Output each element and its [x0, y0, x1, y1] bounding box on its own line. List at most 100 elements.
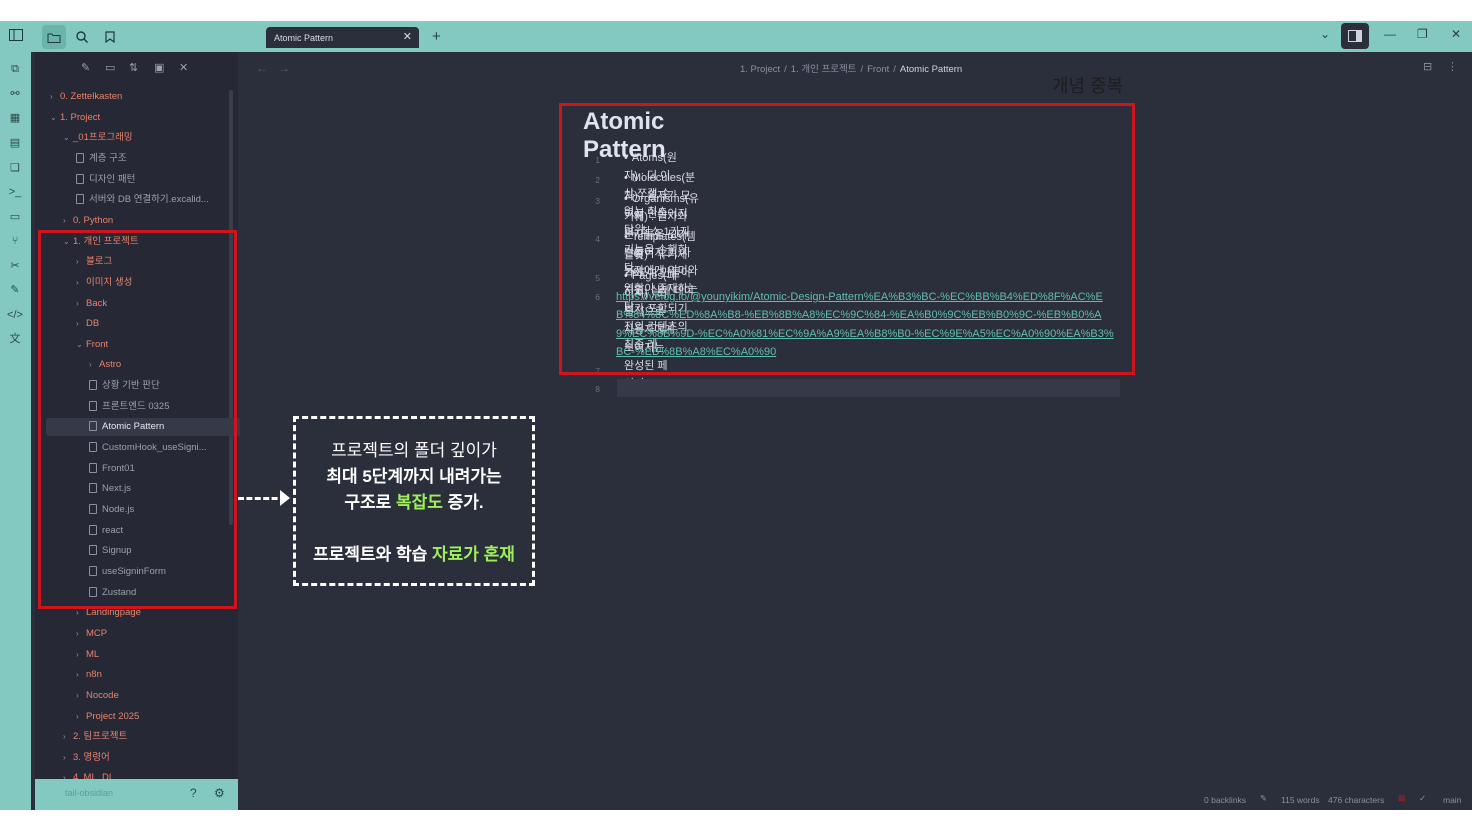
restore-icon[interactable]: ❐: [1417, 27, 1428, 41]
callout-text: 프로젝트와 학습: [313, 545, 432, 564]
back-icon[interactable]: ←: [256, 61, 268, 75]
chevron-right-icon[interactable]: ›: [50, 88, 60, 106]
tab-atomic-pattern[interactable]: Atomic Pattern ✕: [266, 27, 419, 48]
new-tab-button[interactable]: +: [432, 28, 441, 45]
chevron-right-icon[interactable]: ›: [76, 646, 86, 664]
breadcrumb-current[interactable]: Atomic Pattern: [900, 64, 962, 75]
chevron-right-icon[interactable]: ›: [76, 625, 86, 643]
tree-item-label: 계층 구조: [89, 152, 127, 164]
slides-icon[interactable]: ▭: [7, 209, 23, 225]
chevron-right-icon[interactable]: ›: [76, 666, 86, 684]
chevron-right-icon[interactable]: ›: [63, 728, 73, 746]
tab-list-chevron-icon[interactable]: ⌄: [1320, 27, 1330, 41]
magic-wand-icon[interactable]: ✎: [7, 282, 23, 298]
new-folder-icon[interactable]: ▭: [105, 61, 115, 74]
word-count: 115 words: [1281, 795, 1320, 805]
vault-name[interactable]: tail-obsidian: [65, 788, 113, 798]
folder-item[interactable]: ⌄ 1. Project: [35, 109, 100, 127]
callout-highlight: 복잡도: [396, 493, 443, 512]
chevron-down-icon[interactable]: ⌄: [63, 129, 73, 147]
git-icon[interactable]: ⑂: [7, 233, 23, 249]
right-sidebar-toggle-icon[interactable]: [1341, 23, 1369, 49]
sort-icon[interactable]: ⇅: [129, 61, 138, 74]
backlinks-count[interactable]: 0 backlinks: [1204, 795, 1246, 805]
minimize-icon[interactable]: —: [1384, 27, 1396, 41]
folder-item[interactable]: › ML: [35, 646, 99, 664]
folder-item[interactable]: › 0. Zettelkasten: [35, 88, 122, 106]
tab-close-icon[interactable]: ✕: [403, 30, 412, 43]
breadcrumb-item[interactable]: Front: [867, 64, 889, 75]
title-bar: Atomic Pattern ✕ + ⌄ — ❐ ✕: [0, 21, 1472, 52]
file-item[interactable]: 계층 구조: [35, 150, 127, 168]
folder-item[interactable]: › n8n: [35, 666, 102, 684]
code-icon[interactable]: </>: [7, 307, 23, 323]
active-line[interactable]: [617, 379, 1120, 397]
folder-depth-highlight-box: [38, 230, 237, 609]
terminal-icon[interactable]: >_: [7, 184, 23, 200]
breadcrumb: 1. Project/1. 개인 프로젝트 / Front / Atomic Patte…: [740, 64, 963, 75]
breadcrumb-item[interactable]: 1. Project: [740, 64, 780, 75]
callout-arrow: [238, 497, 286, 504]
canvas-icon[interactable]: ▦: [7, 110, 23, 126]
graph-view-icon[interactable]: ⚯: [7, 86, 23, 102]
vault-bar: tail-obsidian ? ⚙: [35, 779, 238, 810]
chevron-right-icon[interactable]: ›: [76, 687, 86, 705]
tree-item-label: 0. Python: [73, 214, 114, 226]
tree-item-label: _01프로그래밍: [73, 132, 133, 144]
new-note-icon[interactable]: ✎: [81, 61, 90, 74]
folder-item[interactable]: › MCP: [35, 625, 107, 643]
search-icon[interactable]: [70, 25, 94, 49]
tree-item-label: Project 2025: [86, 710, 140, 722]
sync-error-icon[interactable]: ⊠: [1398, 793, 1405, 804]
bookmark-icon[interactable]: [98, 25, 122, 49]
folder-item[interactable]: › Nocode: [35, 687, 119, 705]
callout-line: 프로젝트의 폴더 깊이가: [331, 441, 497, 460]
file-icon: [76, 152, 84, 163]
translate-icon[interactable]: 文: [7, 331, 23, 347]
file-item[interactable]: 서버와 DB 연결하기.excalid...: [35, 191, 209, 209]
files-icon[interactable]: [42, 25, 66, 49]
chevron-right-icon[interactable]: ›: [76, 708, 86, 726]
tree-item-label: 0. Zettelkasten: [60, 91, 123, 102]
templates-icon[interactable]: ❏: [7, 160, 23, 176]
line-number: 8: [595, 384, 600, 394]
callout-line: 프로젝트와 학습 자료가 혼재: [296, 540, 532, 565]
tree-item-label: ML: [86, 648, 100, 660]
close-window-icon[interactable]: ✕: [1451, 27, 1461, 41]
daily-note-icon[interactable]: ▤: [7, 135, 23, 151]
sidebar-toggle-icon[interactable]: [4, 23, 28, 47]
char-count: 476 characters: [1328, 795, 1385, 805]
tree-item-label: 2. 팀프로젝트: [73, 731, 128, 743]
file-icon: [76, 173, 84, 184]
file-item[interactable]: 디자인 패턴: [35, 171, 135, 189]
chevron-down-icon[interactable]: ⌄: [50, 109, 60, 127]
folder-item[interactable]: › 2. 팀프로젝트: [35, 728, 127, 746]
collapse-icon[interactable]: ▣: [154, 61, 164, 74]
reading-view-icon[interactable]: ⊟: [1423, 60, 1432, 73]
callout-text: 증가.: [442, 493, 484, 512]
breadcrumb-item[interactable]: 1. 개인 프로젝트: [791, 64, 857, 75]
tree-item-label: 1. Project: [60, 111, 101, 123]
folder-item[interactable]: ⌄ _01프로그래밍: [35, 129, 133, 147]
tools-icon[interactable]: ✂: [7, 258, 23, 274]
more-options-icon[interactable]: ⋮: [1447, 60, 1458, 73]
tree-item-label: MCP: [86, 627, 108, 639]
ribbon: ⧉ ⚯ ▦ ▤ ❏ >_ ▭ ⑂ ✂ ✎ </> 文: [0, 52, 31, 810]
help-icon[interactable]: ?: [190, 786, 197, 800]
check-icon[interactable]: ✓: [1419, 793, 1426, 804]
callout-highlight: 자료가 혼재: [432, 545, 515, 564]
callout-line: 최대 5단계까지 내려가는: [326, 467, 502, 486]
git-branch[interactable]: main: [1443, 795, 1461, 805]
folder-item[interactable]: › 3. 명령어: [35, 749, 110, 767]
tree-item-label: 3. 명령어: [73, 751, 110, 763]
folder-item[interactable]: › Project 2025: [35, 708, 139, 726]
chevron-right-icon[interactable]: ›: [63, 749, 73, 767]
edit-mode-icon[interactable]: ✎: [1260, 793, 1267, 804]
chevron-right-icon[interactable]: ›: [63, 212, 73, 230]
open-quick-switcher-icon[interactable]: ⧉: [7, 61, 23, 77]
close-panel-icon[interactable]: ✕: [179, 61, 188, 74]
tree-item-label: n8n: [86, 669, 102, 681]
folder-item[interactable]: › 0. Python: [35, 212, 113, 230]
forward-icon[interactable]: →: [278, 61, 290, 75]
settings-gear-icon[interactable]: ⚙: [214, 786, 225, 800]
